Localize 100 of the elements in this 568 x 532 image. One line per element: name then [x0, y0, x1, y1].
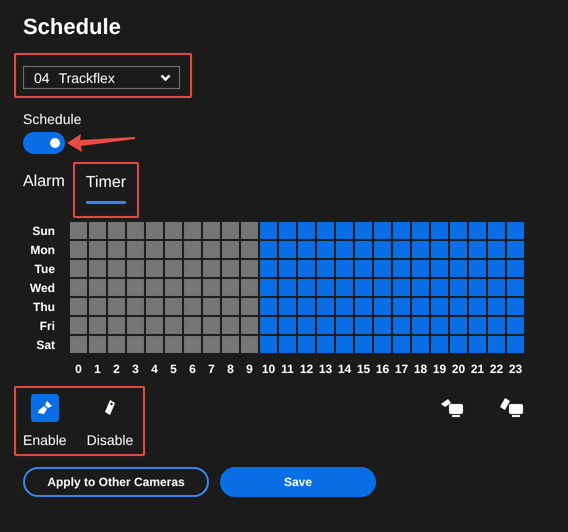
schedule-cell[interactable]	[336, 317, 353, 334]
schedule-cell[interactable]	[450, 260, 467, 277]
tool-button[interactable]: Enable	[23, 394, 67, 448]
schedule-cell[interactable]	[507, 317, 524, 334]
schedule-cell[interactable]	[203, 279, 220, 296]
schedule-cell[interactable]	[108, 279, 125, 296]
schedule-cell[interactable]	[488, 260, 505, 277]
schedule-cell[interactable]	[393, 260, 410, 277]
schedule-cell[interactable]	[108, 222, 125, 239]
schedule-cell[interactable]	[374, 241, 391, 258]
schedule-cell[interactable]	[374, 279, 391, 296]
schedule-cell[interactable]	[450, 317, 467, 334]
schedule-cell[interactable]	[317, 298, 334, 315]
schedule-cell[interactable]	[393, 298, 410, 315]
schedule-cell[interactable]	[222, 260, 239, 277]
schedule-cell[interactable]	[507, 298, 524, 315]
schedule-cell[interactable]	[108, 298, 125, 315]
schedule-cell[interactable]	[393, 279, 410, 296]
schedule-cell[interactable]	[412, 298, 429, 315]
schedule-cell[interactable]	[507, 222, 524, 239]
schedule-cell[interactable]	[146, 222, 163, 239]
schedule-cell[interactable]	[507, 279, 524, 296]
schedule-cell[interactable]	[70, 298, 87, 315]
schedule-cell[interactable]	[450, 222, 467, 239]
schedule-cell[interactable]	[241, 222, 258, 239]
schedule-cell[interactable]	[203, 260, 220, 277]
schedule-cell[interactable]	[507, 241, 524, 258]
schedule-cell[interactable]	[241, 298, 258, 315]
schedule-cell[interactable]	[127, 336, 144, 353]
schedule-cell[interactable]	[184, 279, 201, 296]
schedule-cell[interactable]	[412, 222, 429, 239]
eraser-monitor-icon[interactable]	[499, 398, 525, 418]
schedule-cell[interactable]	[146, 336, 163, 353]
schedule-cell[interactable]	[431, 336, 448, 353]
schedule-cell[interactable]	[165, 260, 182, 277]
schedule-cell[interactable]	[374, 222, 391, 239]
save-button[interactable]: Save	[220, 467, 376, 497]
schedule-cell[interactable]	[184, 241, 201, 258]
schedule-cell[interactable]	[241, 260, 258, 277]
schedule-cell[interactable]	[412, 317, 429, 334]
schedule-cell[interactable]	[222, 279, 239, 296]
schedule-cell[interactable]	[184, 336, 201, 353]
schedule-cell[interactable]	[469, 336, 486, 353]
schedule-cell[interactable]	[70, 336, 87, 353]
schedule-cell[interactable]	[336, 298, 353, 315]
schedule-toggle[interactable]	[23, 132, 65, 154]
schedule-cell[interactable]	[374, 260, 391, 277]
schedule-cell[interactable]	[317, 317, 334, 334]
schedule-cell[interactable]	[393, 241, 410, 258]
schedule-cell[interactable]	[222, 241, 239, 258]
schedule-cell[interactable]	[488, 222, 505, 239]
schedule-cell[interactable]	[450, 298, 467, 315]
schedule-cell[interactable]	[469, 222, 486, 239]
schedule-cell[interactable]	[488, 241, 505, 258]
schedule-cell[interactable]	[355, 317, 372, 334]
schedule-cell[interactable]	[203, 241, 220, 258]
schedule-cell[interactable]	[355, 336, 372, 353]
schedule-cell[interactable]	[450, 241, 467, 258]
schedule-cell[interactable]	[317, 222, 334, 239]
schedule-cell[interactable]	[355, 241, 372, 258]
schedule-cell[interactable]	[279, 317, 296, 334]
schedule-cell[interactable]	[431, 298, 448, 315]
schedule-cell[interactable]	[507, 260, 524, 277]
schedule-cell[interactable]	[203, 298, 220, 315]
schedule-cell[interactable]	[146, 317, 163, 334]
schedule-cell[interactable]	[165, 317, 182, 334]
schedule-cell[interactable]	[317, 336, 334, 353]
schedule-cell[interactable]	[222, 298, 239, 315]
schedule-cell[interactable]	[184, 222, 201, 239]
schedule-cell[interactable]	[70, 279, 87, 296]
schedule-cell[interactable]	[431, 279, 448, 296]
schedule-cell[interactable]	[336, 336, 353, 353]
schedule-cell[interactable]	[374, 298, 391, 315]
schedule-cell[interactable]	[127, 279, 144, 296]
schedule-cell[interactable]	[146, 279, 163, 296]
schedule-cell[interactable]	[488, 298, 505, 315]
schedule-cell[interactable]	[393, 336, 410, 353]
schedule-cell[interactable]	[70, 241, 87, 258]
schedule-cell[interactable]	[279, 298, 296, 315]
schedule-cell[interactable]	[298, 222, 315, 239]
schedule-cell[interactable]	[70, 317, 87, 334]
schedule-cell[interactable]	[355, 298, 372, 315]
schedule-cell[interactable]	[507, 336, 524, 353]
schedule-cell[interactable]	[393, 222, 410, 239]
schedule-cell[interactable]	[165, 241, 182, 258]
schedule-cell[interactable]	[469, 241, 486, 258]
schedule-cell[interactable]	[298, 279, 315, 296]
schedule-cell[interactable]	[203, 222, 220, 239]
schedule-cell[interactable]	[355, 222, 372, 239]
tab[interactable]: Alarm	[23, 163, 65, 219]
schedule-cell[interactable]	[488, 317, 505, 334]
schedule-cell[interactable]	[108, 260, 125, 277]
schedule-cell[interactable]	[165, 222, 182, 239]
schedule-cell[interactable]	[127, 317, 144, 334]
schedule-cell[interactable]	[70, 260, 87, 277]
schedule-cell[interactable]	[108, 241, 125, 258]
schedule-cell[interactable]	[127, 298, 144, 315]
schedule-cell[interactable]	[146, 298, 163, 315]
schedule-cell[interactable]	[317, 279, 334, 296]
schedule-cell[interactable]	[260, 317, 277, 334]
